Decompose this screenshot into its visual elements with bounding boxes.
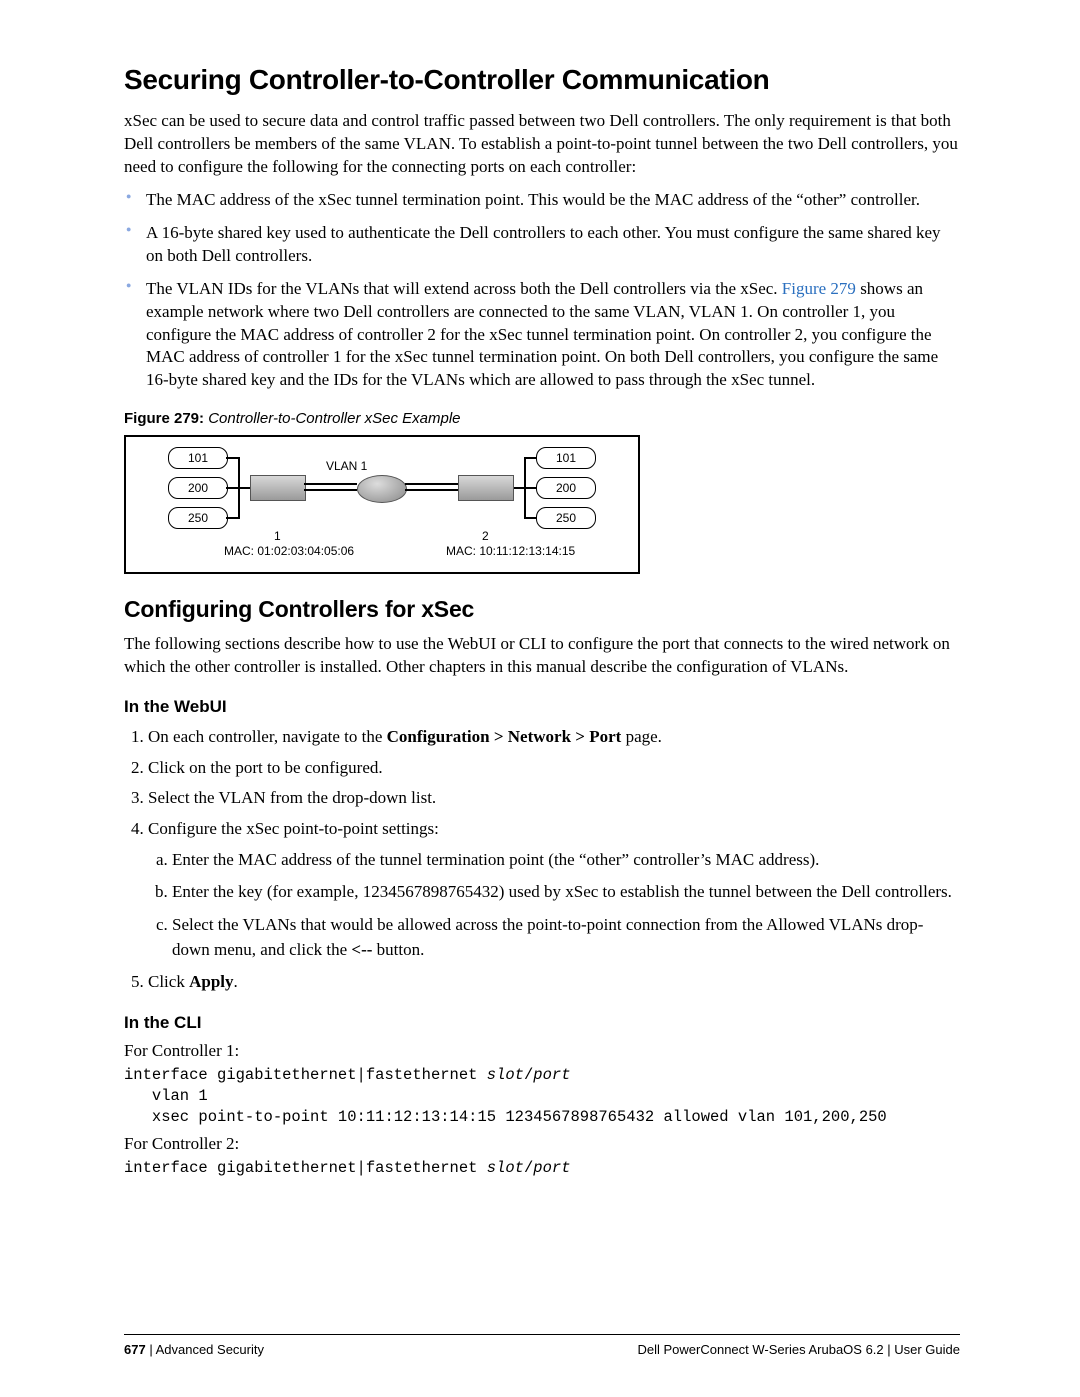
- page: Securing Controller-to-Controller Commun…: [0, 0, 1080, 1397]
- cli-lead: For Controller 1:: [124, 1041, 960, 1061]
- step-item: On each controller, navigate to the Conf…: [148, 725, 960, 750]
- controller-number: 1: [274, 529, 281, 543]
- code-variable: slot: [487, 1159, 524, 1177]
- footer-right: Dell PowerConnect W-Series ArubaOS 6.2 |…: [638, 1342, 961, 1357]
- code-text: /: [524, 1159, 533, 1177]
- controller-mac: MAC: 01:02:03:04:05:06: [224, 544, 354, 558]
- substep-text: button.: [372, 940, 424, 959]
- heading-3-cli: In the CLI: [124, 1013, 960, 1033]
- code-variable: port: [533, 1159, 570, 1177]
- substep-item: Select the VLANs that would be allowed a…: [172, 913, 960, 962]
- footer-left: 677 | Advanced Security: [124, 1342, 264, 1357]
- xsec-topology-figure: 101 200 250 101 200 250 VLAN 1 1 MAC: 01…: [124, 435, 640, 574]
- bullet-item: A 16-byte shared key used to authenticat…: [146, 222, 960, 268]
- code-block: interface gigabitethernet|fastethernet s…: [124, 1065, 960, 1128]
- step-text: On each controller, navigate to the: [148, 727, 387, 746]
- vlan-chip: 200: [536, 477, 596, 499]
- code-block: interface gigabitethernet|fastethernet s…: [124, 1158, 960, 1179]
- config-intro-paragraph: The following sections describe how to u…: [124, 633, 960, 679]
- ui-button-label: Apply: [189, 972, 233, 991]
- substep-text: Select the VLANs that would be allowed a…: [172, 915, 923, 959]
- vlan-label: VLAN 1: [326, 459, 367, 473]
- step-item: Click Apply.: [148, 970, 960, 995]
- step-text: page.: [621, 727, 662, 746]
- code-text: interface gigabitethernet|fastethernet: [124, 1066, 487, 1084]
- figure-caption-label: Figure 279:: [124, 410, 204, 427]
- figure-line: [524, 457, 526, 519]
- code-text: xsec point-to-point 10:11:12:13:14:15 12…: [124, 1108, 887, 1126]
- switch-icon: [458, 475, 514, 501]
- substep-item: Enter the MAC address of the tunnel term…: [172, 848, 960, 873]
- ui-button-label: <--: [351, 940, 372, 959]
- page-number: 677: [124, 1342, 146, 1357]
- footer-rule: [124, 1334, 960, 1335]
- bullet-item: The VLAN IDs for the VLANs that will ext…: [146, 278, 960, 393]
- step-item: Select the VLAN from the drop-down list.: [148, 786, 960, 811]
- code-text: interface gigabitethernet|fastethernet: [124, 1159, 487, 1177]
- page-footer: 677 | Advanced Security Dell PowerConnec…: [124, 1342, 960, 1357]
- figure-line: [304, 483, 357, 485]
- figure-line: [304, 489, 357, 491]
- vlan-chip: 250: [536, 507, 596, 529]
- step-item: Click on the port to be configured.: [148, 756, 960, 781]
- figure-line: [226, 487, 238, 489]
- step-text: Click: [148, 972, 189, 991]
- router-icon: [357, 475, 407, 503]
- step-item: Configure the xSec point-to-point settin…: [148, 817, 960, 962]
- figure-caption: Figure 279: Controller-to-Controller xSe…: [124, 410, 960, 427]
- heading-1: Securing Controller-to-Controller Commun…: [124, 64, 960, 96]
- figure-line: [238, 487, 250, 489]
- vlan-chip: 101: [536, 447, 596, 469]
- figure-line: [405, 483, 458, 485]
- figure-line: [405, 489, 458, 491]
- heading-3-webui: In the WebUI: [124, 697, 960, 717]
- figure-caption-title: Controller-to-Controller xSec Example: [204, 410, 461, 427]
- heading-2: Configuring Controllers for xSec: [124, 596, 960, 623]
- code-text: vlan 1: [124, 1087, 208, 1105]
- footer-sep: |: [146, 1342, 156, 1357]
- step-text: Configure the xSec point-to-point settin…: [148, 819, 439, 838]
- code-text: /: [524, 1066, 533, 1084]
- figure-line: [226, 457, 238, 459]
- figure-crossref-link[interactable]: Figure 279: [782, 279, 856, 298]
- step-text: .: [234, 972, 238, 991]
- bullet-list: The MAC address of the xSec tunnel termi…: [124, 189, 960, 393]
- bullet-item: The MAC address of the xSec tunnel termi…: [146, 189, 960, 212]
- figure-line: [226, 517, 238, 519]
- cli-lead: For Controller 2:: [124, 1134, 960, 1154]
- webui-steps: On each controller, navigate to the Conf…: [124, 725, 960, 995]
- substep-item: Enter the key (for example, 123456789876…: [172, 880, 960, 905]
- bullet-text: The VLAN IDs for the VLANs that will ext…: [146, 279, 782, 298]
- vlan-chip: 200: [168, 477, 228, 499]
- code-variable: port: [533, 1066, 570, 1084]
- switch-icon: [250, 475, 306, 501]
- footer-section: Advanced Security: [156, 1342, 264, 1357]
- vlan-chip: 250: [168, 507, 228, 529]
- controller-number: 2: [482, 529, 489, 543]
- ui-path: Configuration > Network > Port: [387, 727, 622, 746]
- vlan-chip: 101: [168, 447, 228, 469]
- code-variable: slot: [487, 1066, 524, 1084]
- substeps: Enter the MAC address of the tunnel term…: [148, 848, 960, 963]
- intro-paragraph: xSec can be used to secure data and cont…: [124, 110, 960, 179]
- controller-mac: MAC: 10:11:12:13:14:15: [446, 544, 575, 558]
